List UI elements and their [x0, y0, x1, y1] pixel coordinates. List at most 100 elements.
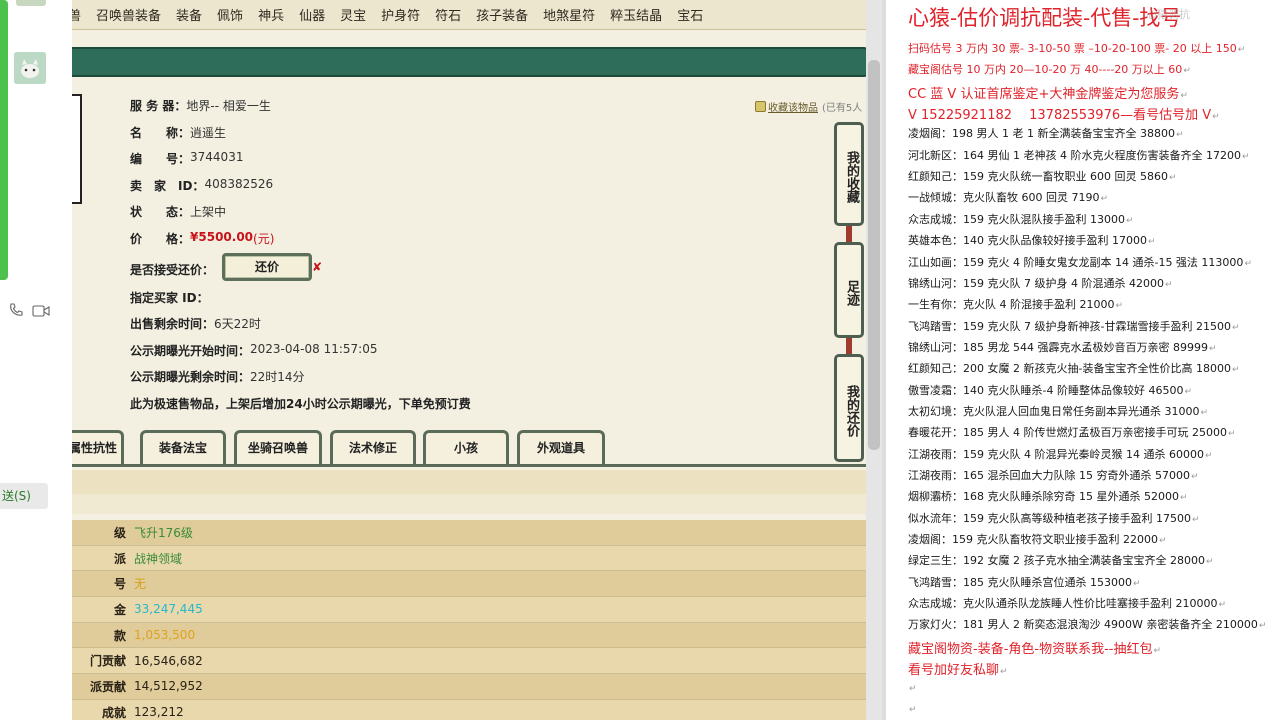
paragraph-mark-icon: ↵: [1227, 429, 1236, 440]
note-line: 英雄本色：140 克火队品像较好接手盈利 17000↵: [908, 232, 1156, 248]
note-line-text: 春暖花开：185 男人 4 阶传世燃灯孟极百万亲密接手可玩 25000: [908, 426, 1227, 440]
paragraph-mark-icon: ↵: [1132, 578, 1141, 589]
nav-item-gem[interactable]: 宝石: [677, 5, 703, 24]
remaining-time-value: 6天22时: [214, 317, 261, 331]
chat-avatar-top[interactable]: [16, 0, 46, 6]
public-start-label: 公示期曝光开始时间：: [130, 344, 251, 358]
paragraph-mark-icon: ↵: [1115, 301, 1124, 312]
note-line: 飞鸿踏雪：185 克火队睡杀宫位通杀 153000↵: [908, 574, 1141, 590]
note-line-text: 烟柳灞桥：168 克火队睡杀除穷奇 15 星外通杀 52000: [908, 490, 1179, 504]
nav-item-equipment[interactable]: 装备: [176, 5, 202, 24]
paragraph-mark-icon: ↵: [1231, 322, 1240, 333]
server-label: 服 务 器：: [130, 99, 187, 113]
paragraph-mark-icon: ↵: [1258, 621, 1267, 632]
paragraph-mark-icon: ↵: [1183, 66, 1191, 77]
paragraph-mark-icon: ↵: [1205, 557, 1214, 568]
side-tab-my-counter-offers[interactable]: 我的还价: [834, 354, 864, 462]
nav-item-spirit-treasure[interactable]: 灵宝: [340, 5, 366, 24]
note-line: 红颜知己：200 女魔 2 新孩克火抽-装备宝宝齐全性价比高 18000↵: [908, 360, 1240, 376]
paragraph-mark-icon: ↵: [1204, 450, 1213, 461]
game-trade-window: 兽 召唤兽装备 装备 佩饰 神兵 仙器 灵宝 护身符 符石 孩子装备 地煞星符 …: [72, 0, 882, 720]
stat-value: 16,546,682: [134, 653, 203, 668]
name-label: 名 称：: [130, 126, 191, 140]
avatar-cat-icon: [14, 52, 46, 84]
note-line-text: 河北新区：164 男仙 1 老神孩 4 阶水克火程度伤害装备齐全 17200: [908, 148, 1241, 162]
send-button[interactable]: 送(S): [0, 483, 48, 509]
server-value: 地界-- 相爱一生: [186, 99, 271, 113]
game-scrollbar-thumb[interactable]: [868, 60, 880, 450]
id-label: 编 号：: [130, 152, 191, 166]
video-call-icon[interactable]: [32, 303, 50, 322]
nav-item-child-equipment[interactable]: 孩子装备: [476, 5, 528, 24]
category-nav-bar: 兽 召唤兽装备 装备 佩饰 神兵 仙器 灵宝 护身符 符石 孩子装备 地煞星符 …: [72, 0, 882, 30]
side-tab-connector: [846, 226, 852, 242]
note-line-text: 江湖夜雨：165 混杀回血大力队除 15 穷奇外通杀 57000: [908, 469, 1190, 482]
side-tab-footprints[interactable]: 足迹: [834, 242, 864, 338]
nav-item-pet-equipment[interactable]: 召唤兽装备: [96, 5, 161, 24]
paragraph-mark-icon: ↵: [1100, 194, 1109, 205]
note-line-text: V 15225921182 13782553976—看号估号加 V: [908, 108, 1212, 124]
note-line-text: 红颜知己：200 女魔 2 新孩克火抽-装备宝宝齐全性价比高 18000: [908, 362, 1231, 376]
note-line: 江山如画：159 克火 4 阶睡女鬼女龙副本 14 通杀-15 强法 11300…: [908, 254, 1252, 270]
note-line: 藏宝阁物资-装备-角色-物资联系我--抽红包↵: [908, 638, 1161, 657]
note-line-text: 飞鸿踏雪：185 克火队睡杀宫位通杀 153000: [908, 575, 1132, 589]
note-line: 江湖夜雨：165 混杀回血大力队除 15 穷奇外通杀 57000↵: [908, 467, 1199, 483]
paragraph-mark-icon: ↵: [1153, 645, 1162, 656]
nav-item-jade-crystal[interactable]: 粹玉结晶: [610, 5, 662, 24]
counter-offer-button[interactable]: 还价: [222, 253, 312, 281]
nav-item-rune-stone[interactable]: 符石: [435, 5, 461, 24]
chat-unread-indicator: [0, 0, 8, 280]
note-line: CC 蓝 V 认证首席鉴定+大神金牌鉴定为您服务↵: [908, 83, 1188, 102]
tab-mount-summon[interactable]: 坐骑召唤兽: [234, 430, 322, 464]
note-line: ↵: [908, 681, 917, 694]
price-value: ¥5500.00: [190, 230, 254, 244]
note-line: 凌烟阁：198 男人 1 老 1 新全满装备宝宝齐全 38800↵: [908, 125, 1184, 141]
notes-watermark: 心猿调抗: [1146, 8, 1190, 21]
seller-row: 卖 家 ID： 408382526: [130, 177, 273, 194]
note-line: 万家灯火：181 男人 2 新奕态混浪淘沙 4900W 亲密装备齐全 21000…: [908, 616, 1266, 632]
favorite-link-text[interactable]: 收藏该物品: [768, 99, 818, 114]
nav-item-accessory[interactable]: 佩饰: [217, 5, 243, 24]
notes-title: 心猿-估价调抗配装-代售-找号: [908, 6, 1182, 30]
tab-appearance-items[interactable]: 外观道具: [517, 430, 605, 464]
stat-label: 派贡献: [89, 679, 126, 694]
favorite-star-icon: [755, 101, 766, 112]
status-value: 上架中: [190, 205, 227, 219]
paragraph-mark-icon: ↵: [1244, 258, 1252, 269]
note-line-text: 似水流年：159 克火队高等级种植老孩子接手盈利 17500: [908, 511, 1191, 525]
favorite-item-link[interactable]: 收藏该物品 (已有5人: [755, 99, 862, 114]
paragraph-mark-icon: ↵: [909, 683, 917, 694]
note-line: 藏宝阁估号 10 万内 20—10-20 万 40----20 万以上 60↵: [908, 61, 1191, 77]
side-tab-my-favorites[interactable]: 我的收藏: [834, 122, 864, 226]
stat-row: 级飞升176级: [72, 520, 868, 546]
screen: 送(S) 兽 召唤兽装备 装备 佩饰 神兵 仙器 灵宝 护身符 符石 孩子装备 …: [0, 0, 1280, 720]
game-scrollbar[interactable]: [866, 0, 882, 720]
tab-attributes-resistance[interactable]: 属性抗性: [72, 430, 124, 464]
nav-item-immortal-artifact[interactable]: 仙器: [299, 5, 325, 24]
note-line-text: 万家灯火：181 男人 2 新奕态混浪淘沙 4900W 亲密装备齐全 21000…: [908, 618, 1258, 632]
tab-child[interactable]: 小孩: [423, 430, 509, 464]
note-line: 江湖夜雨：159 克火队 4 阶混异光秦岭灵猴 14 通杀 60000↵: [908, 446, 1213, 462]
server-row: 服 务 器： 地界-- 相爱一生: [130, 97, 271, 114]
paragraph-mark-icon: ↵: [1191, 514, 1200, 525]
paragraph-mark-icon: ↵: [1241, 151, 1250, 162]
public-start-value: 2023-04-08 11:57:05: [250, 342, 378, 356]
tab-spell-correction[interactable]: 法术修正: [330, 430, 416, 464]
phone-icon[interactable]: [8, 302, 24, 322]
stat-value: 无: [134, 577, 147, 592]
nav-item-divine-weapon[interactable]: 神兵: [258, 5, 284, 24]
chat-avatar[interactable]: [14, 52, 46, 84]
favorite-count: (已有5人: [822, 103, 863, 114]
stat-row: 门贡献 16,546,682: [72, 648, 868, 675]
note-line-text: 藏宝阁估号 10 万内 20—10-20 万 40----20 万以上 60: [908, 63, 1183, 77]
note-line-text: 凌烟阁：198 男人 1 老 1 新全满装备宝宝齐全 38800: [908, 127, 1175, 141]
paragraph-mark-icon: ↵: [1231, 365, 1240, 376]
nav-item-amulet[interactable]: 护身符: [381, 5, 420, 24]
buyer-label: 指定买家 ID：: [130, 291, 209, 305]
note-line-text: 红颜知己：159 克火队统一畜牧职业 600 回灵 5860: [908, 170, 1168, 184]
nav-item-star-talisman[interactable]: 地煞星符: [543, 5, 595, 24]
note-line: ↵: [908, 702, 917, 715]
tab-equipment-treasure[interactable]: 装备法宝: [140, 430, 226, 464]
seller-label: 卖 家 ID：: [130, 179, 205, 193]
nav-item-pet[interactable]: 兽: [72, 5, 81, 24]
